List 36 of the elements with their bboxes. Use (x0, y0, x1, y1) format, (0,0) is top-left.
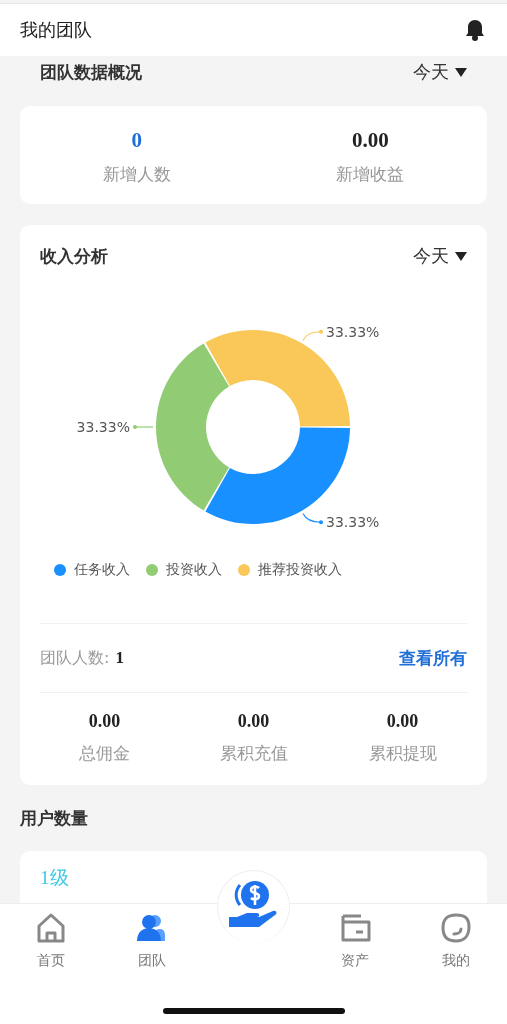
tab-item[interactable]: 我的 (405, 904, 507, 1024)
stat-label: 新增人数 (102, 163, 171, 186)
tab-item[interactable]: 首页 (0, 904, 102, 1024)
leader-line (133, 425, 154, 429)
team-count-label: 团队人数: (40, 647, 110, 669)
team-count: 1 (115, 647, 124, 668)
tab-item[interactable]: 资产 (304, 904, 406, 1024)
caret-icon (455, 67, 467, 77)
legend-label: 任务收入 (74, 561, 130, 579)
legend-label: 推荐投资收入 (258, 561, 342, 579)
page-title: 我的团队 (20, 18, 92, 42)
view-all-link[interactable]: 查看所有 (399, 646, 467, 670)
period-dropdown[interactable]: 今天 (413, 60, 467, 84)
legend-label: 投资收入 (166, 561, 222, 579)
total-value: 0.00 (88, 711, 121, 732)
leader-line (302, 513, 323, 525)
stat-label: 新增收益 (336, 163, 405, 186)
section-title: 收入分析 (40, 244, 108, 268)
total-label: 总佣金 (79, 742, 130, 765)
face-icon (440, 912, 473, 944)
section-title: 用户数量 (20, 806, 88, 830)
total-value: 0.00 (386, 711, 419, 732)
stat-value: 0 (131, 128, 142, 153)
total-label: 累积提现 (368, 742, 437, 765)
value-label: 33.33% (326, 323, 380, 340)
total-value: 0.00 (237, 711, 270, 732)
caret-icon (455, 251, 467, 261)
value-label: 33.33% (326, 514, 380, 531)
total-label: 累积充值 (219, 742, 288, 765)
period-dropdown[interactable]: 今天 (413, 244, 467, 268)
bell-icon[interactable] (465, 19, 485, 41)
section-title: 团队数据概况 (40, 60, 142, 84)
level-label: 1级 (40, 867, 69, 888)
value-label: 33.33% (76, 419, 130, 435)
leader-line (302, 329, 323, 341)
stat-value: 0.00 (351, 128, 389, 153)
